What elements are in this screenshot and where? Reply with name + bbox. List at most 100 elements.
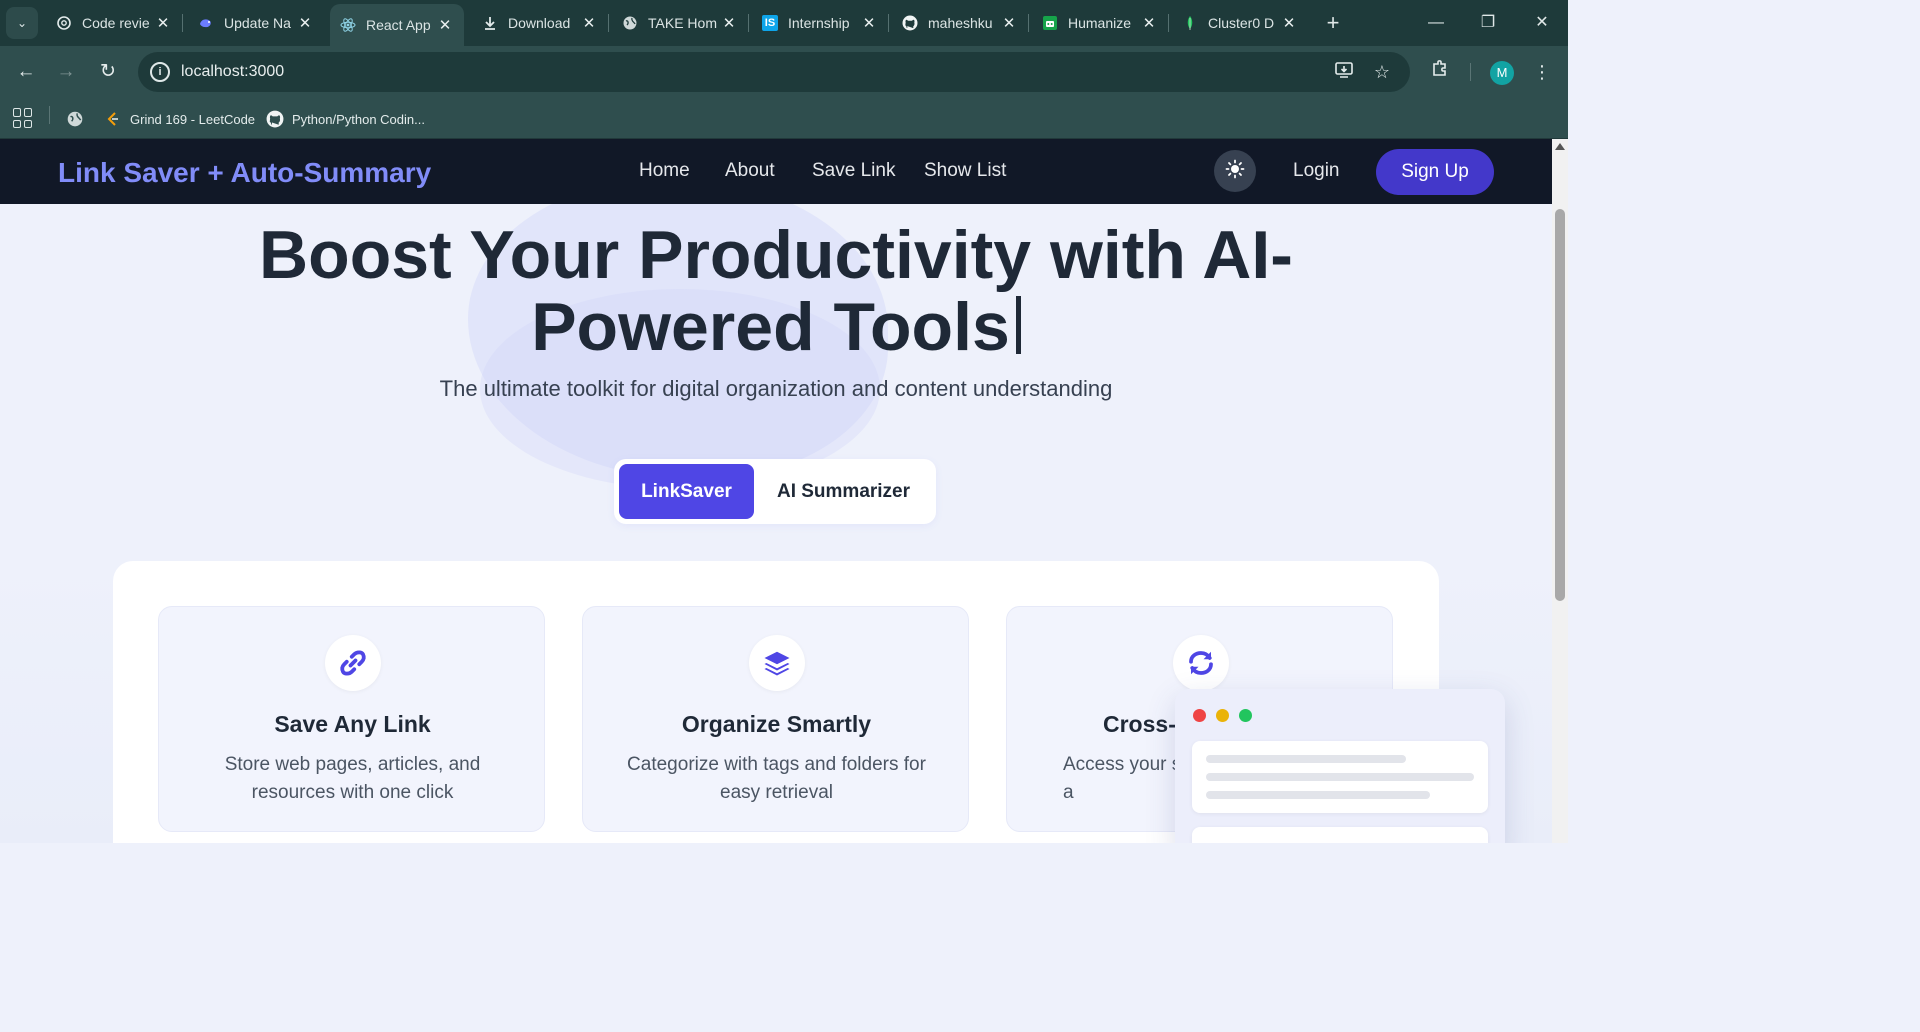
globe-icon bbox=[66, 110, 84, 128]
page-scrollbar[interactable] bbox=[1552, 139, 1568, 843]
browser-tab[interactable]: Update Na ✕ bbox=[188, 6, 324, 40]
download-icon bbox=[482, 15, 498, 31]
nav-link-show-list[interactable]: Show List bbox=[924, 160, 1006, 182]
browser-tab[interactable]: TAKE Hom ✕ bbox=[612, 6, 748, 40]
scrollbar-thumb[interactable] bbox=[1555, 209, 1565, 601]
more-menu-icon[interactable]: ⋮ bbox=[1528, 58, 1556, 86]
feature-description: Categorize with tags and folders for eas… bbox=[627, 754, 926, 803]
browser-tab-bar: ⌄ Code revie ✕ Update Na ✕ React App ✕ D… bbox=[0, 0, 1568, 46]
react-icon bbox=[340, 17, 356, 33]
tab-title: Update Na bbox=[224, 15, 291, 31]
humanize-icon bbox=[1042, 15, 1058, 31]
tool-switch: LinkSaver AI Summarizer bbox=[614, 459, 936, 524]
close-icon[interactable]: ✕ bbox=[152, 14, 174, 32]
close-icon: ✕ bbox=[1535, 14, 1549, 31]
bookmark-star-icon[interactable]: ☆ bbox=[1370, 60, 1394, 84]
reload-icon: ↻ bbox=[100, 61, 116, 82]
close-icon[interactable]: ✕ bbox=[998, 14, 1020, 32]
tab-title: Code revie bbox=[82, 15, 150, 31]
close-icon[interactable]: ✕ bbox=[858, 14, 880, 32]
feature-title: Organize Smartly bbox=[681, 711, 872, 737]
hero-title-line2: Powered Tools bbox=[531, 289, 1010, 365]
tab-title: React App bbox=[366, 17, 431, 33]
bookmark-label: Python/Python Codin... bbox=[292, 111, 425, 127]
browser-tab[interactable]: maheshku ✕ bbox=[892, 6, 1028, 40]
app-preview-illustration bbox=[1175, 689, 1505, 843]
back-button[interactable]: ← bbox=[12, 58, 40, 86]
bookmark-globe[interactable] bbox=[66, 108, 92, 130]
tab-title: Humanize bbox=[1068, 15, 1132, 31]
browser-tab[interactable]: Download ✕ bbox=[472, 6, 608, 40]
openai-icon bbox=[56, 15, 72, 31]
github-icon bbox=[266, 110, 284, 128]
scroll-up-arrow[interactable] bbox=[1555, 143, 1565, 150]
leetcode-icon bbox=[104, 110, 122, 128]
site-info-icon[interactable]: i bbox=[150, 62, 170, 82]
feature-description: Access your sa a bbox=[1063, 754, 1192, 803]
brand-logo-text[interactable]: Link Saver + Auto-Summary bbox=[58, 157, 431, 189]
sun-icon bbox=[1225, 159, 1245, 184]
forward-button[interactable]: → bbox=[52, 58, 80, 86]
new-tab-button[interactable]: + bbox=[1320, 10, 1346, 36]
url-text[interactable]: localhost:3000 bbox=[181, 63, 284, 81]
tab-title: Internship bbox=[788, 15, 850, 31]
bookmark-item[interactable]: Grind 169 - LeetCode bbox=[104, 108, 255, 130]
close-icon[interactable]: ✕ bbox=[578, 14, 600, 32]
apps-grid-icon[interactable] bbox=[13, 108, 33, 128]
hero-title-line1: Boost Your Productivity with AI- bbox=[259, 217, 1293, 293]
extensions-icon[interactable] bbox=[1426, 58, 1454, 86]
reload-button[interactable]: ↻ bbox=[94, 58, 122, 86]
feature-card: Organize Smartly Categorize with tags an… bbox=[582, 606, 969, 832]
link-icon bbox=[325, 635, 381, 691]
browser-toolbar: ← → ↻ i localhost:3000 ☆ ⋮ bbox=[0, 46, 1568, 98]
nav-link-about[interactable]: About bbox=[725, 160, 775, 182]
feature-card: Save Any Link Store web pages, articles,… bbox=[158, 606, 545, 832]
theme-toggle-button[interactable] bbox=[1214, 150, 1256, 192]
install-app-icon[interactable] bbox=[1332, 60, 1356, 84]
sync-icon bbox=[1173, 635, 1229, 691]
tab-title: maheshku bbox=[928, 15, 993, 31]
arrow-left-icon: ← bbox=[16, 61, 36, 82]
window-dot-green bbox=[1239, 709, 1252, 722]
window-dot-red bbox=[1193, 709, 1206, 722]
tab-title: TAKE Hom bbox=[648, 15, 717, 31]
feature-title: Cross-I bbox=[1103, 711, 1183, 737]
mongodb-leaf-icon bbox=[1182, 15, 1198, 31]
close-icon[interactable]: ✕ bbox=[294, 14, 316, 32]
preview-card bbox=[1192, 741, 1488, 813]
close-icon[interactable]: ✕ bbox=[718, 14, 740, 32]
linksaver-tab-button[interactable]: LinkSaver bbox=[619, 464, 754, 519]
restore-button[interactable]: ❐ bbox=[1468, 8, 1508, 38]
browser-tab[interactable]: Code revie ✕ bbox=[46, 6, 182, 40]
internshala-icon: IS bbox=[762, 15, 778, 31]
browser-tab[interactable]: IS Internship ✕ bbox=[752, 6, 888, 40]
hero-title: Boost Your Productivity with AI- Powered… bbox=[176, 219, 1376, 363]
globe-icon bbox=[622, 15, 638, 31]
address-bar[interactable]: i localhost:3000 ☆ bbox=[138, 52, 1410, 92]
hero-subtitle: The ultimate toolkit for digital organiz… bbox=[439, 376, 1113, 401]
bookmark-label: Grind 169 - LeetCode bbox=[130, 111, 256, 127]
feature-description: Store web pages, articles, and resources… bbox=[224, 754, 481, 803]
tab-title: Cluster0 D bbox=[1208, 15, 1275, 31]
avatar[interactable]: M bbox=[1490, 61, 1514, 85]
close-icon[interactable]: ✕ bbox=[434, 16, 456, 34]
plus-icon: + bbox=[1326, 10, 1340, 35]
close-icon[interactable]: ✕ bbox=[1278, 14, 1300, 32]
bookmark-item[interactable]: Python/Python Codin... bbox=[266, 108, 425, 130]
ai-summarizer-tab-button[interactable]: AI Summarizer bbox=[766, 464, 921, 519]
minimize-icon: — bbox=[1428, 14, 1444, 31]
browser-tab-active[interactable]: React App ✕ bbox=[330, 4, 464, 46]
signup-button[interactable]: Sign Up bbox=[1376, 149, 1494, 195]
close-icon[interactable]: ✕ bbox=[1138, 14, 1160, 32]
feature-title: Save Any Link bbox=[274, 711, 431, 737]
nav-link-home[interactable]: Home bbox=[639, 160, 690, 182]
minimize-button[interactable]: — bbox=[1416, 8, 1456, 38]
layers-icon bbox=[749, 635, 805, 691]
browser-tab[interactable]: Humanize ✕ bbox=[1032, 6, 1168, 40]
browser-tab[interactable]: Cluster0 D ✕ bbox=[1172, 6, 1308, 40]
nav-link-save-link[interactable]: Save Link bbox=[812, 160, 895, 182]
login-link[interactable]: Login bbox=[1293, 160, 1340, 182]
close-window-button[interactable]: ✕ bbox=[1522, 8, 1562, 38]
tab-search-button[interactable]: ⌄ bbox=[6, 7, 38, 39]
page-viewport: Link Saver + Auto-Summary Home About Sav… bbox=[0, 139, 1552, 843]
